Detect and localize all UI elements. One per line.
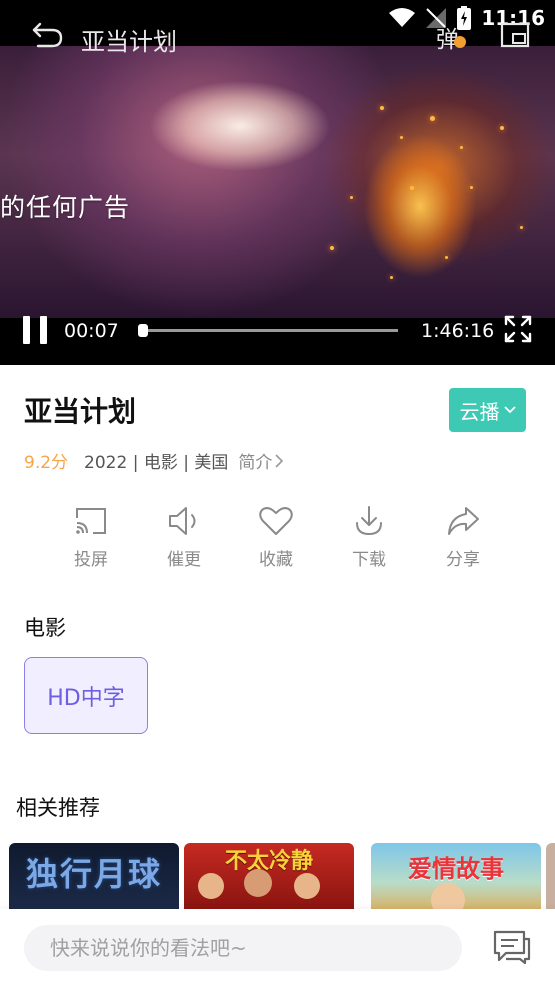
pause-button[interactable]	[23, 316, 49, 344]
poster-title: 不太冷静	[224, 849, 313, 874]
intro-label: 简介	[238, 453, 273, 473]
player-title: 亚当计划	[81, 28, 177, 56]
comment-input[interactable]	[24, 925, 462, 971]
video-overlay-text: 的任何广告	[0, 193, 131, 222]
action-row: 投屏 催更 收藏 下载 分享	[0, 505, 555, 585]
back-icon[interactable]	[30, 20, 64, 50]
poster-title: 独行月球	[25, 855, 162, 893]
cast-label: 投屏	[74, 550, 108, 570]
current-time: 00:07	[64, 320, 119, 342]
recommend-poster[interactable]: 独行月球	[9, 843, 179, 909]
recommend-poster[interactable]: 不太冷静	[184, 843, 354, 909]
recommend-row: 独行月球 不太冷静 爱情故事	[0, 843, 555, 909]
video-frame[interactable]: 的任何广告	[0, 46, 555, 318]
remind-update-label: 催更	[167, 550, 201, 570]
player-bottom-controls: 00:07 1:46:16	[0, 312, 555, 350]
meta-info: 2022 | 电影 | 美国	[84, 453, 229, 473]
download-icon	[356, 506, 382, 536]
recommend-poster[interactable]: 爱情故事	[371, 843, 541, 909]
rating: 9.2分	[24, 453, 69, 473]
speaker-icon	[169, 507, 196, 535]
player-top-controls: 亚当计划 弹	[0, 14, 555, 56]
heart-icon	[259, 507, 293, 535]
cast-icon	[76, 508, 106, 534]
meta-row: 9.2分 2022 | 电影 | 美国 简介	[24, 448, 284, 473]
total-time: 1:46:16	[421, 320, 495, 342]
recommend-poster[interactable]	[546, 843, 555, 909]
download-button[interactable]: 下载	[334, 505, 404, 570]
video-player[interactable]: 的任何广告 11:16 亚当计划 弹 00:07 1:46:16	[0, 0, 555, 365]
share-label: 分享	[446, 550, 480, 570]
comment-bar	[0, 909, 555, 986]
cast-button[interactable]: 投屏	[56, 505, 126, 570]
recommend-section-title: 相关推荐	[16, 796, 100, 820]
progress-knob[interactable]	[138, 324, 149, 337]
source-label: 云播	[459, 399, 500, 424]
pip-icon[interactable]	[500, 22, 530, 48]
favorite-label: 收藏	[259, 550, 293, 570]
share-button[interactable]: 分享	[428, 505, 498, 570]
download-label: 下载	[352, 550, 386, 570]
share-icon	[448, 507, 479, 535]
poster-title: 爱情故事	[408, 855, 504, 883]
chevron-right-icon	[275, 453, 284, 468]
source-select-button[interactable]: 云播	[449, 388, 526, 432]
progress-slider[interactable]	[138, 324, 398, 337]
episodes-section-title: 电影	[24, 616, 66, 640]
movie-title: 亚当计划	[24, 395, 137, 428]
chevron-down-icon	[503, 406, 516, 414]
comments-icon[interactable]	[492, 929, 532, 965]
pause-icon	[23, 316, 30, 344]
remind-update-button[interactable]: 催更	[149, 505, 219, 570]
fullscreen-icon[interactable]	[504, 315, 532, 343]
episode-chip-hd[interactable]: HD中字	[24, 657, 148, 734]
intro-link[interactable]: 简介	[238, 448, 284, 473]
danmu-check-badge	[454, 36, 466, 48]
favorite-button[interactable]: 收藏	[241, 505, 311, 570]
